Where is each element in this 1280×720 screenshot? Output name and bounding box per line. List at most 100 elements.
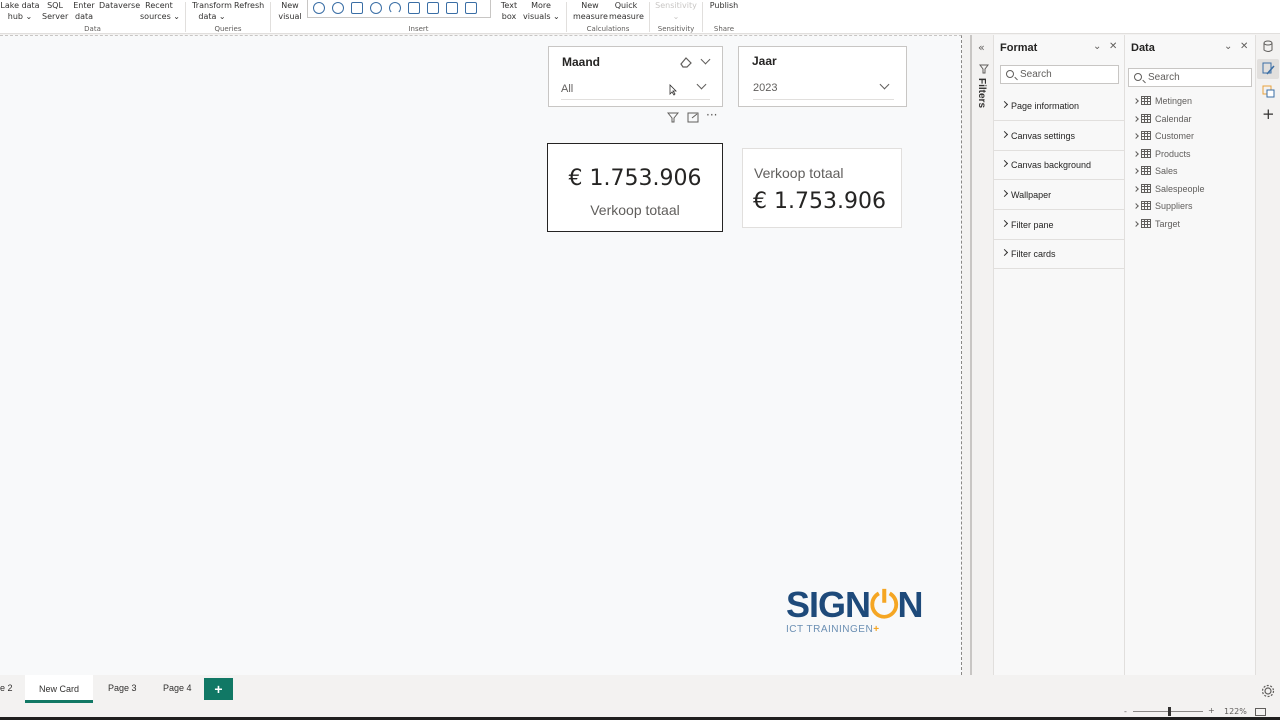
recent-label-2: sources ⌄ [140,12,180,21]
pane-switcher: + [1256,35,1280,675]
transform-label-1: Transform [192,1,232,10]
recent-sources-button[interactable]: Recent sources ⌄ [140,0,180,22]
format-item-page-information[interactable]: Page information [994,92,1124,121]
sensitivity-chevron: ⌄ [672,12,680,21]
filters-pane-collapsed[interactable]: « Filters [970,35,994,675]
matrix-icon[interactable] [465,2,477,14]
format-search-input[interactable]: Search [1000,65,1119,84]
dropdown-chevron-icon[interactable] [879,79,890,90]
data-table-item[interactable]: Customer [1125,129,1255,145]
tab-new-card[interactable]: New Card [25,675,93,703]
table-name: Calendar [1155,114,1192,124]
close-icon[interactable]: ✕ [1109,41,1117,52]
transform-data-button[interactable]: Transform data ⌄ [192,0,232,22]
focus-mode-icon[interactable] [687,112,699,123]
zoom-slider-thumb[interactable] [1168,707,1171,716]
format-visual-button[interactable] [1257,59,1279,79]
table-name: Target [1155,219,1181,229]
format-item-canvas-settings[interactable]: Canvas settings [994,122,1124,151]
refresh-label: Refresh [234,1,265,10]
close-icon[interactable]: ✕ [1240,41,1248,52]
kpi-card-new[interactable]: € 1.753.906 Verkoop totaal [547,143,723,232]
sql-label-2: Server [42,12,69,21]
slicer-maand[interactable]: Maand All [548,46,723,107]
fit-to-page-icon[interactable] [1255,708,1266,716]
expand-chevron-icon[interactable]: « [978,41,985,54]
data-table-item[interactable]: Suppliers [1125,199,1255,215]
tab-page-2[interactable]: e 2 [0,683,13,693]
dropdown-chevron-icon[interactable] [696,79,707,90]
add-page-button[interactable]: + [204,678,233,700]
collapse-chevron-icon[interactable]: ⌄ [1093,41,1101,52]
tab-page-4[interactable]: Page 4 [163,683,192,693]
filter-icon[interactable] [667,112,679,123]
zoom-out-button[interactable]: - [1124,707,1127,716]
table-icon [1141,219,1151,228]
settings-gear-icon[interactable] [1261,684,1275,698]
format-item-wallpaper[interactable]: Wallpaper [994,181,1124,210]
slicer-title: Jaar [752,54,777,68]
dataverse-button[interactable]: Dataverse [99,0,141,11]
dataverse-label: Dataverse [99,1,141,10]
format-item-label: Wallpaper [1011,190,1052,200]
new-measure-button[interactable]: New measure [573,0,608,22]
slicer-selected-value[interactable]: All [561,83,573,95]
table-icon [1141,184,1151,193]
format-item-filter-pane[interactable]: Filter pane [994,211,1124,240]
onelake-hub-button[interactable]: Lake data hub ⌄ [0,0,40,22]
pie-chart-icon[interactable] [313,2,325,14]
quick-measure-label-1: Quick [614,1,638,10]
new-visual-button[interactable]: New visual [277,0,303,22]
calculations-group-label: Calculations [586,25,630,33]
enter-data-button[interactable]: Enter data [72,0,96,22]
chevron-right-icon [1000,159,1009,168]
add-icon[interactable]: + [1262,105,1275,123]
data-table-item[interactable]: Metingen [1125,94,1255,110]
donut-chart-icon[interactable] [332,2,344,14]
collapse-chevron-icon[interactable]: ⌄ [1224,41,1232,52]
kpi-value: € 1.753.906 [753,189,886,214]
format-item-canvas-background[interactable]: Canvas background [994,151,1124,180]
format-item-label: Page information [1011,101,1080,111]
zoom-in-button[interactable]: + [1208,706,1215,715]
more-options-icon[interactable]: ··· [706,108,717,122]
card-icon[interactable] [408,2,420,14]
refresh-button[interactable]: Refresh [234,0,264,11]
analytics-icon[interactable] [1262,85,1275,98]
text-box-label-1: Text [500,1,518,10]
sensitivity-button[interactable]: Sensitivity ⌄ [654,0,698,22]
quick-measure-button[interactable]: Quick measure [609,0,644,22]
data-table-item[interactable]: Products [1125,147,1255,163]
data-search-input[interactable]: Search [1128,68,1252,87]
chevron-right-icon [1000,100,1009,109]
data-table-item[interactable]: Calendar [1125,112,1255,128]
chevron-right-icon [1133,168,1139,174]
gauge-icon[interactable] [389,2,401,14]
report-canvas[interactable]: Maand All ··· Jaar 2023 € 1.753.906 Verk… [0,35,962,675]
publish-button[interactable]: Publish [709,0,739,11]
text-box-button[interactable]: Text box [499,0,519,22]
multirow-card-icon[interactable] [427,2,439,14]
logo-wordmark: SIGN⏻N [786,584,924,625]
tab-page-3[interactable]: Page 3 [108,683,137,693]
cursor-icon [669,84,677,96]
kpi-card-classic[interactable]: Verkoop totaal € 1.753.906 [742,148,902,228]
filters-label[interactable]: Filters [976,78,987,108]
paintbrush-icon [1262,62,1275,75]
table-icon[interactable] [446,2,458,14]
data-table-item[interactable]: Salespeople [1125,182,1255,198]
sql-server-button[interactable]: SQL Server [42,0,68,22]
treemap-icon[interactable] [351,2,363,14]
visual-gallery [307,0,491,18]
slicer-jaar[interactable]: Jaar 2023 [738,46,907,107]
chevron-down-icon[interactable] [700,54,711,65]
format-item-filter-cards[interactable]: Filter cards [994,240,1124,269]
slicer-selected-value[interactable]: 2023 [753,82,777,94]
eraser-icon[interactable] [679,56,693,68]
chevron-right-icon [1000,130,1009,139]
data-table-item[interactable]: Target [1125,217,1255,233]
database-icon[interactable] [1263,40,1273,53]
data-table-item[interactable]: Sales [1125,164,1255,180]
map-icon[interactable] [370,2,382,14]
more-visuals-button[interactable]: More visuals ⌄ [523,0,560,22]
